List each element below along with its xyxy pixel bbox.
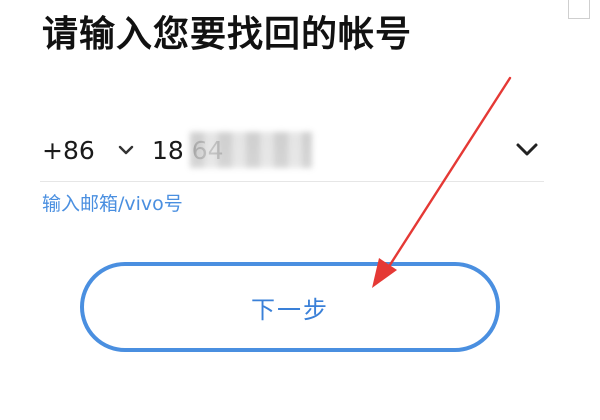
next-button[interactable]: 下一步 [80,262,500,352]
email-vivo-link[interactable]: 输入邮箱/vivo号 [42,190,183,218]
account-history-chevron-icon[interactable] [512,134,542,164]
redaction-mosaic [190,132,312,168]
country-code[interactable]: +86 [42,134,95,168]
top-right-corner-frame [568,0,590,19]
page-title: 请输入您要找回的帐号 [42,14,413,55]
phone-input-row[interactable]: +86 18 64 [40,128,544,174]
input-divider [40,181,544,182]
chevron-down-icon[interactable] [114,138,138,162]
